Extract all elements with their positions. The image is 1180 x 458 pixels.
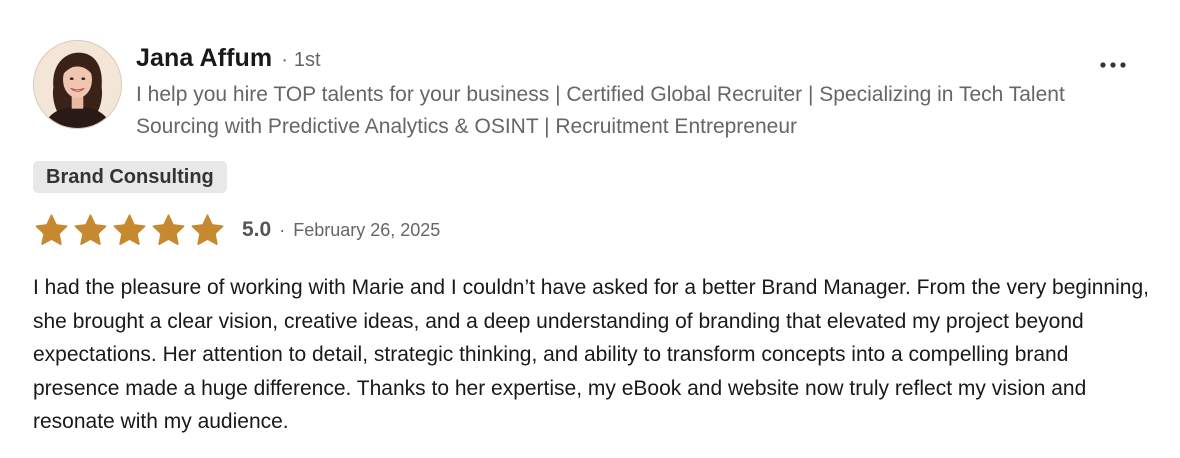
author-avatar[interactable] [33,40,122,129]
avatar-photo [34,41,121,128]
review-date: February 26, 2025 [293,219,441,240]
star-rating [33,213,228,248]
review-text: I had the pleasure of working with Marie… [33,276,1149,433]
star-filled-icon [35,213,68,245]
connection-degree: 1st [293,49,321,71]
rating-separator: · [279,219,286,240]
review-card: Jana Affum · 1st I help you hire TOP tal… [0,0,1180,458]
more-horizontal-icon [1100,62,1126,68]
author-name[interactable]: Jana Affum [136,44,272,73]
star-filled-icon [152,213,185,245]
star-filled-icon [113,213,146,245]
author-info: Jana Affum · 1st I help you hire TOP tal… [136,44,1096,143]
star-filled-icon [191,213,224,245]
author-headline: I help you hire TOP talents for your bus… [136,83,1065,138]
rating-row: 5.0 · February 26, 2025 [33,212,440,248]
rating-value: 5.0 [242,218,272,241]
star-filled-icon [74,213,107,245]
name-separator: · [281,49,288,71]
service-tag: Brand Consulting [33,161,227,193]
author-name-row: Jana Affum · 1st [136,44,1096,73]
more-options-button[interactable] [1098,54,1128,76]
